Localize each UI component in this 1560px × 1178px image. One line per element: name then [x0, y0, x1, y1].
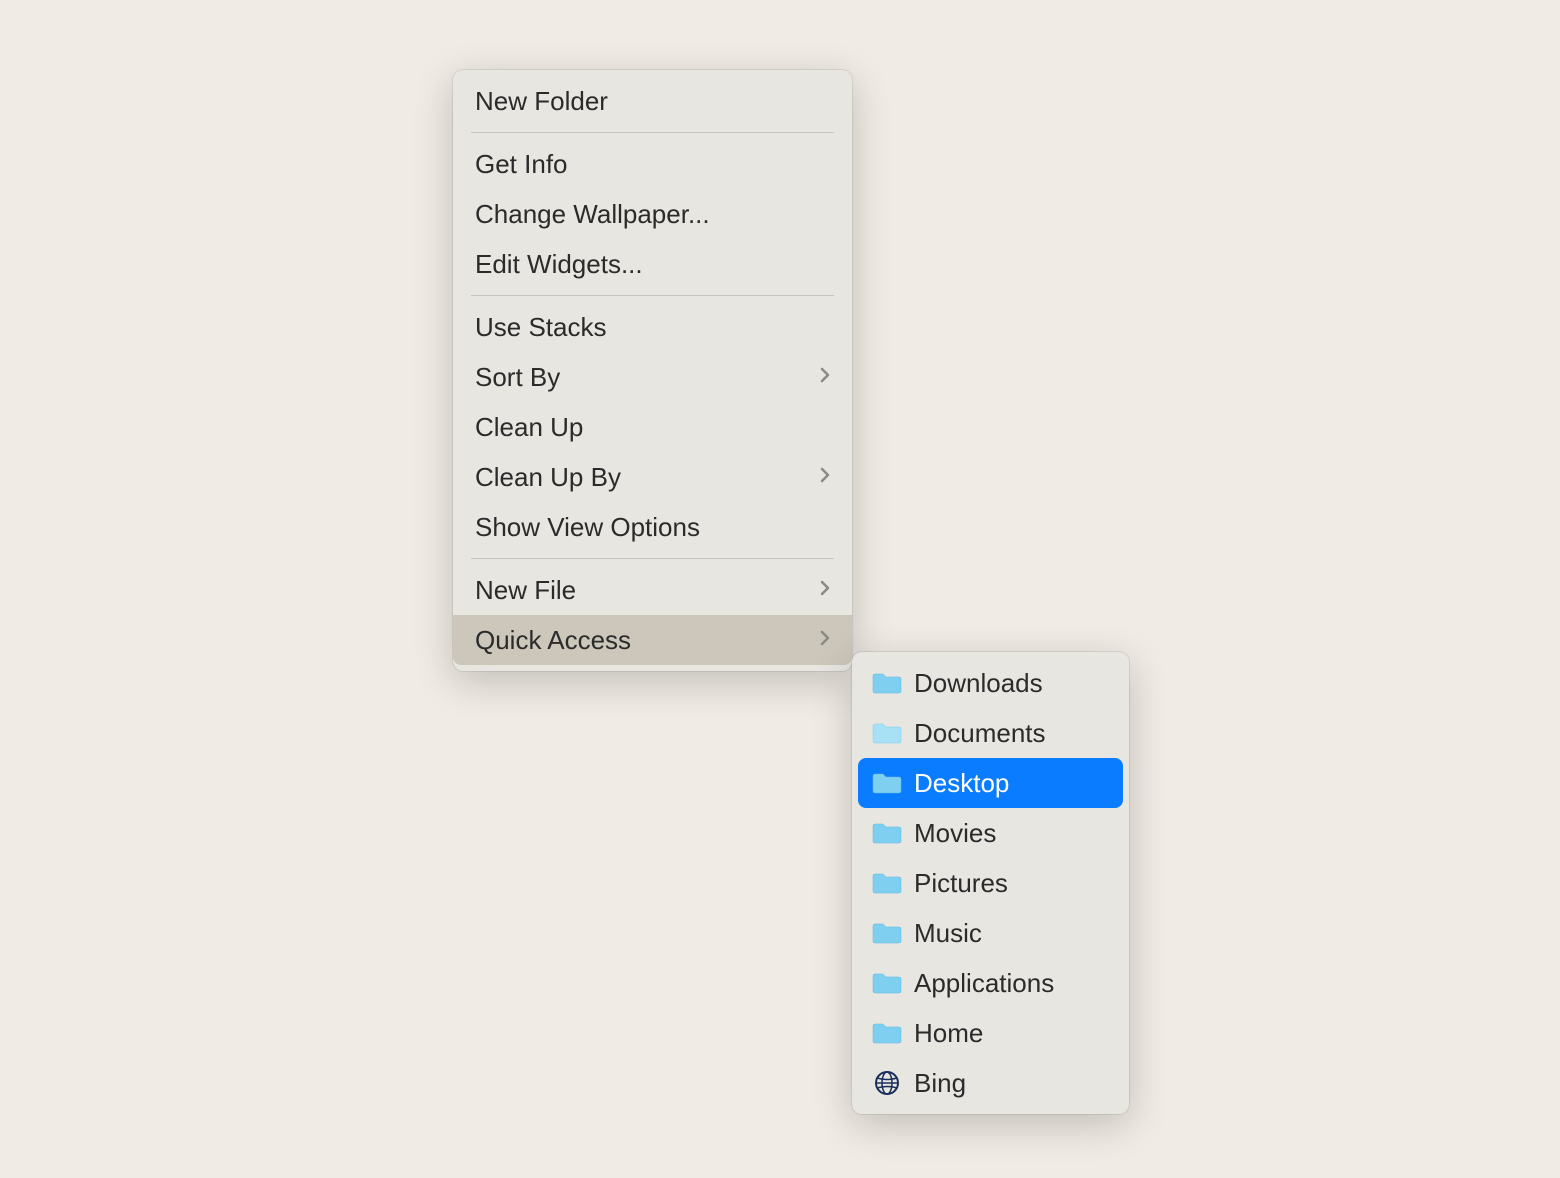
folder-icon	[872, 1021, 902, 1045]
menu-item-label: Get Info	[475, 149, 568, 180]
submenu-item-home[interactable]: Home	[858, 1008, 1123, 1058]
chevron-right-icon	[820, 466, 830, 489]
folder-icon	[872, 821, 902, 845]
chevron-right-icon	[820, 579, 830, 602]
submenu-item-label: Desktop	[914, 768, 1009, 799]
submenu-item-desktop[interactable]: Desktop	[858, 758, 1123, 808]
menu-separator	[471, 295, 834, 296]
submenu-item-label: Home	[914, 1018, 983, 1049]
submenu-item-movies[interactable]: Movies	[858, 808, 1123, 858]
menu-item-label: Sort By	[475, 362, 560, 393]
menu-item-label: Use Stacks	[475, 312, 607, 343]
submenu-item-music[interactable]: Music	[858, 908, 1123, 958]
menu-item-get-info[interactable]: Get Info	[453, 139, 852, 189]
submenu-item-downloads[interactable]: Downloads	[858, 658, 1123, 708]
menu-item-label: New File	[475, 575, 576, 606]
menu-item-quick-access[interactable]: Quick Access	[453, 615, 852, 665]
menu-item-label: Clean Up	[475, 412, 583, 443]
chevron-right-icon	[820, 366, 830, 389]
menu-separator	[471, 558, 834, 559]
menu-item-label: New Folder	[475, 86, 608, 117]
menu-item-label: Show View Options	[475, 512, 700, 543]
menu-item-label: Clean Up By	[475, 462, 621, 493]
menu-item-clean-up[interactable]: Clean Up	[453, 402, 852, 452]
submenu-item-applications[interactable]: Applications	[858, 958, 1123, 1008]
chevron-right-icon	[820, 629, 830, 652]
folder-icon	[872, 771, 902, 795]
submenu-item-label: Movies	[914, 818, 996, 849]
submenu-item-documents[interactable]: Documents	[858, 708, 1123, 758]
menu-item-new-folder[interactable]: New Folder	[453, 76, 852, 126]
submenu-item-label: Applications	[914, 968, 1054, 999]
menu-item-change-wallpaper[interactable]: Change Wallpaper...	[453, 189, 852, 239]
submenu-item-label: Music	[914, 918, 982, 949]
folder-icon	[872, 971, 902, 995]
menu-item-clean-up-by[interactable]: Clean Up By	[453, 452, 852, 502]
submenu-item-pictures[interactable]: Pictures	[858, 858, 1123, 908]
submenu-item-bing[interactable]: Bing	[858, 1058, 1123, 1108]
globe-icon	[872, 1071, 902, 1095]
submenu-item-label: Documents	[914, 718, 1046, 749]
menu-item-use-stacks[interactable]: Use Stacks	[453, 302, 852, 352]
submenu-item-label: Bing	[914, 1068, 966, 1099]
menu-item-label: Quick Access	[475, 625, 631, 656]
menu-item-new-file[interactable]: New File	[453, 565, 852, 615]
folder-icon	[872, 671, 902, 695]
menu-item-label: Edit Widgets...	[475, 249, 643, 280]
folder-icon	[872, 721, 902, 745]
menu-separator	[471, 132, 834, 133]
menu-item-edit-widgets[interactable]: Edit Widgets...	[453, 239, 852, 289]
context-menu-quick-access: Downloads Documents Desktop Movies Pictu…	[852, 652, 1129, 1114]
submenu-item-label: Pictures	[914, 868, 1008, 899]
folder-icon	[872, 921, 902, 945]
submenu-item-label: Downloads	[914, 668, 1043, 699]
menu-item-show-view-options[interactable]: Show View Options	[453, 502, 852, 552]
menu-item-sort-by[interactable]: Sort By	[453, 352, 852, 402]
context-menu-main: New Folder Get Info Change Wallpaper... …	[453, 70, 852, 671]
folder-icon	[872, 871, 902, 895]
menu-item-label: Change Wallpaper...	[475, 199, 710, 230]
